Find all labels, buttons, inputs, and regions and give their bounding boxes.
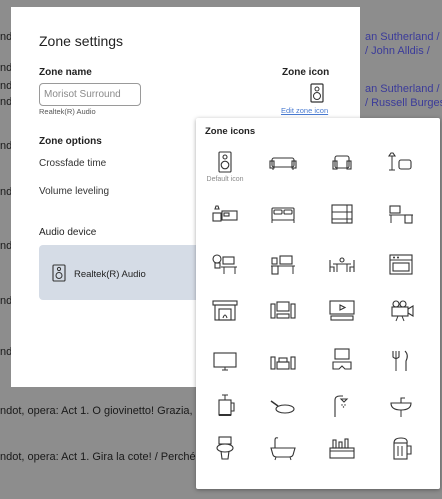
bunk-bed-icon[interactable] [327, 199, 357, 229]
zone-options-label: Zone options [39, 136, 102, 147]
lamp-armchair-icon[interactable] [386, 148, 416, 178]
zone-icon-label: Zone icon [282, 67, 330, 78]
default-icon-caption: Default icon [206, 176, 244, 183]
zone-icons-popup: Zone icons Default icon [196, 118, 440, 489]
background-artist-link[interactable]: / John Alldis / [365, 45, 430, 57]
office-desk-icon[interactable] [268, 250, 298, 280]
shower-icon[interactable] [327, 392, 357, 422]
desk-icon[interactable] [386, 199, 416, 229]
zone-name-input[interactable]: Morisot Surround [39, 83, 141, 106]
bathtub-icon[interactable] [268, 434, 298, 464]
zone-name-label: Zone name [39, 67, 92, 78]
background-artist-link[interactable]: / Russell Burgess / [365, 97, 442, 109]
nightstand-icon[interactable] [210, 199, 240, 229]
toilet-icon[interactable] [210, 434, 240, 464]
cutlery-icon[interactable] [386, 346, 416, 376]
vr-headset-icon[interactable] [327, 346, 357, 376]
audio-device-name: Realtek(R) Audio [74, 269, 146, 280]
projector-icon[interactable] [386, 296, 416, 326]
popup-title: Zone icons [205, 126, 256, 137]
media-wall-icon[interactable] [327, 296, 357, 326]
oven-icon[interactable] [386, 250, 416, 280]
crossfade-label: Crossfade time [39, 158, 107, 169]
background-artist-link[interactable]: an Sutherland / [365, 83, 440, 95]
sink-icon[interactable] [386, 392, 416, 422]
dialog-title: Zone settings [39, 33, 124, 49]
beer-mug-icon[interactable] [386, 434, 416, 464]
background-artist-link[interactable]: an Sutherland / [365, 31, 440, 43]
volume-leveling-label: Volume leveling [39, 186, 110, 197]
media-console-icon[interactable] [268, 346, 298, 376]
zone-name-hint: Realtek(R) Audio [39, 107, 96, 116]
home-theater-icon[interactable] [268, 296, 298, 326]
speaker-icon[interactable] [210, 148, 240, 178]
fireplace-icon[interactable] [210, 296, 240, 326]
speaker-icon[interactable] [307, 83, 327, 103]
dining-table-icon[interactable] [327, 250, 357, 280]
edit-zone-icon-link[interactable]: Edit zone icon [281, 106, 328, 115]
double-bed-icon[interactable] [268, 199, 298, 229]
sofa-icon[interactable] [268, 148, 298, 178]
frying-pan-icon[interactable] [268, 392, 298, 422]
bar-icon[interactable] [327, 434, 357, 464]
armchair-icon[interactable] [327, 148, 357, 178]
speaker-icon [52, 264, 66, 282]
background-track-line: ndot, opera: Act 1. O giovinetto! Grazia… [0, 405, 229, 417]
audio-device-label: Audio device [39, 227, 97, 238]
plant-desk-icon[interactable] [210, 250, 240, 280]
tv-icon[interactable] [210, 346, 240, 376]
french-press-icon[interactable] [210, 392, 240, 422]
